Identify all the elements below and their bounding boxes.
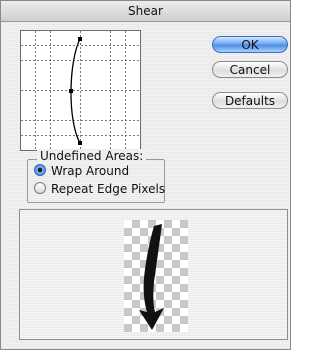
- sheared-arrow-image: [139, 224, 164, 330]
- shear-dialog: Shear OK Cancel Defaults Undefined Areas…: [0, 0, 291, 350]
- curve-point-top: [78, 37, 82, 41]
- repeat-edge-pixels-label: Repeat Edge Pixels: [51, 182, 166, 196]
- shear-grid[interactable]: [21, 31, 140, 150]
- curve-point-middle: [69, 89, 73, 93]
- preview-transparency-checkerboard: [124, 220, 188, 332]
- shear-curve-editor[interactable]: [20, 30, 141, 151]
- wrap-around-label: Wrap Around: [51, 164, 130, 178]
- undefined-areas-label: Undefined Areas:: [37, 149, 147, 163]
- window-title: Shear: [1, 1, 290, 22]
- cancel-button[interactable]: Cancel: [212, 61, 288, 78]
- curve-point-bottom: [78, 141, 82, 145]
- radio-selected-icon[interactable]: [34, 164, 46, 176]
- radio-unselected-icon[interactable]: [34, 182, 46, 194]
- ok-button[interactable]: OK: [212, 36, 288, 53]
- defaults-button[interactable]: Defaults: [212, 92, 288, 109]
- preview-area: [19, 209, 288, 340]
